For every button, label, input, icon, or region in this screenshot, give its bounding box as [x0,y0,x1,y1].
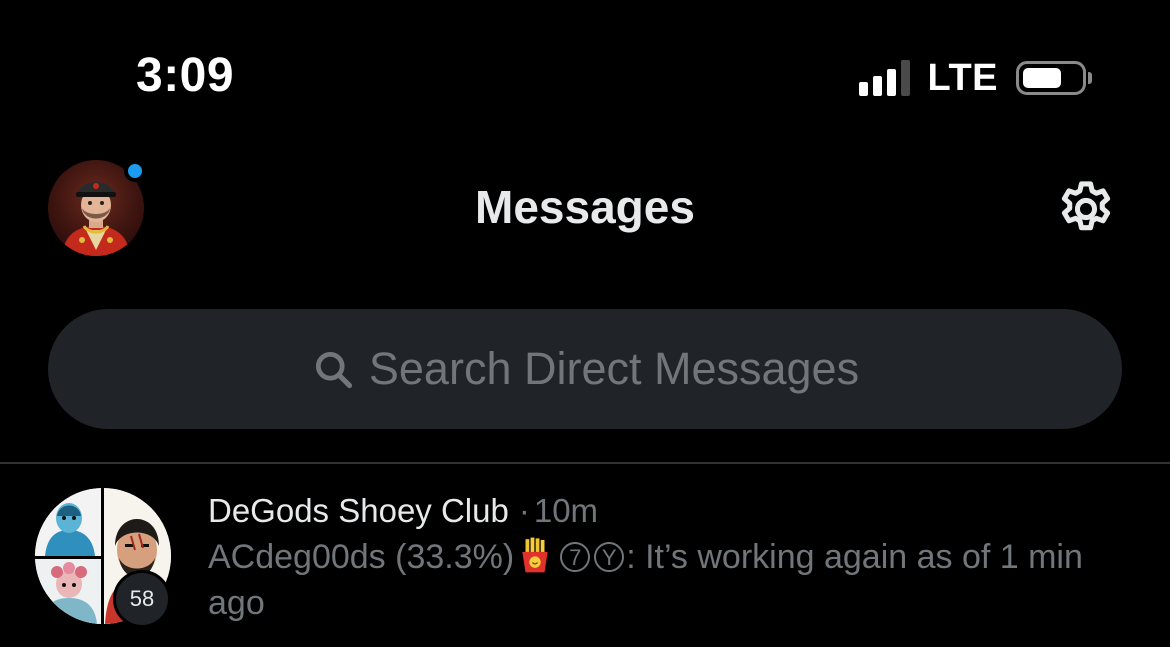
conversation-preview: ACdeg00ds (33.3%) 7Y: It’s working again… [208,534,1098,626]
conversation-timestamp: 10m [533,492,599,529]
gear-icon [1061,181,1111,231]
unread-indicator-dot [124,160,146,182]
french-fries-icon [522,537,548,573]
preview-sender: ACdeg00ds (33.3%) [208,538,515,576]
search-placeholder: Search Direct Messages [368,343,860,394]
settings-button[interactable] [1054,177,1118,241]
member-count-badge: 58 [113,570,171,628]
cellular-signal-icon [858,60,910,96]
separator: · [518,492,530,529]
circled-badge: 7 [560,542,591,572]
status-indicators: LTE [858,56,1092,100]
search-input[interactable]: Search Direct Messages [48,309,1122,429]
page-title: Messages [475,181,695,233]
network-type: LTE [927,56,998,99]
conversation-name: DeGods Shoey Club [208,492,509,529]
battery-icon [1016,61,1086,95]
conversation-row[interactable]: 58 DeGods Shoey Club · 10m ACdeg00ds (33.3… [0,464,1170,647]
status-time: 3:09 [136,49,235,102]
conversation-header: DeGods Shoey Club · 10m [208,490,1128,532]
circled-badge: Y [594,542,625,572]
conversation-text: DeGods Shoey Club · 10m ACdeg00ds (33.3%) … [208,490,1128,626]
battery-tip [1088,72,1092,84]
search-icon [315,351,352,389]
